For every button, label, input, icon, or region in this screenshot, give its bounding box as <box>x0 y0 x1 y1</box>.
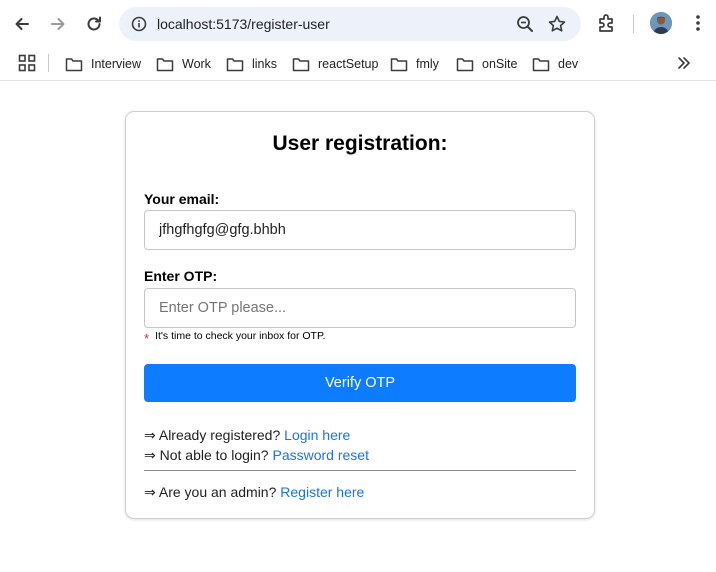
login-row: ⇒ Already registered? Login here <box>144 427 350 444</box>
otp-field[interactable] <box>144 288 576 328</box>
otp-hint: * It's time to check your inbox for OTP. <box>144 330 326 346</box>
folder-icon <box>156 57 174 71</box>
arrow-glyph: ⇒ <box>144 484 156 500</box>
site-info-icon[interactable] <box>129 14 149 34</box>
folder-icon <box>390 57 408 71</box>
login-prompt: Already registered? <box>158 427 281 443</box>
browser-toolbar: localhost:5173/register-user <box>0 0 716 48</box>
forward-button[interactable] <box>44 10 72 38</box>
bookmark-onsite[interactable]: onSite <box>456 51 517 77</box>
login-link[interactable]: Login here <box>284 427 350 443</box>
registration-card: User registration: Your email: Enter OTP… <box>125 111 595 519</box>
required-marker: * <box>144 331 150 346</box>
bookmarks-separator <box>48 54 49 72</box>
bookmarks-bar: Interview Work links reactSetup fmly onS… <box>0 48 716 81</box>
page-title: User registration: <box>272 132 448 155</box>
apps-grid-icon[interactable] <box>18 54 36 72</box>
profile-avatar[interactable] <box>650 12 672 34</box>
star-icon[interactable] <box>547 14 567 34</box>
bookmark-work[interactable]: Work <box>156 51 211 77</box>
reload-button[interactable] <box>80 10 108 38</box>
toolbar-separator <box>633 15 634 33</box>
admin-row: ⇒ Are you an admin? Register here <box>144 484 364 501</box>
email-field[interactable] <box>144 210 576 250</box>
bookmark-reactsetup[interactable]: reactSetup <box>292 51 378 77</box>
folder-icon <box>456 57 474 71</box>
folder-icon <box>226 57 244 71</box>
reset-prompt: Not able to login? <box>159 447 269 463</box>
bookmark-label: fmly <box>416 57 439 71</box>
bookmark-label: Interview <box>91 57 142 71</box>
url-text[interactable]: localhost:5173/register-user <box>157 7 330 41</box>
admin-prompt: Are you an admin? <box>158 484 277 500</box>
bookmark-label: dev <box>558 57 579 71</box>
bookmark-interview[interactable]: Interview <box>65 51 141 77</box>
folder-icon <box>292 57 310 71</box>
bookmark-dev[interactable]: dev <box>532 51 578 77</box>
admin-register-link[interactable]: Register here <box>280 484 364 500</box>
divider <box>144 470 576 471</box>
bookmark-label: Work <box>182 57 211 71</box>
zoom-icon[interactable] <box>515 14 535 34</box>
bookmark-links[interactable]: links <box>226 51 277 77</box>
otp-label: Enter OTP: <box>144 268 218 284</box>
reload-icon <box>85 15 103 33</box>
bookmark-label: links <box>252 57 278 71</box>
email-label: Your email: <box>144 191 220 207</box>
reset-row: ⇒ Not able to login? Password reset <box>144 447 369 464</box>
folder-icon <box>65 57 83 71</box>
password-reset-link[interactable]: Password reset <box>272 447 368 463</box>
back-button[interactable] <box>8 10 36 38</box>
address-bar[interactable]: localhost:5173/register-user <box>119 7 581 41</box>
verify-otp-button[interactable]: Verify OTP <box>144 364 576 402</box>
arrow-glyph: ⇒ <box>144 447 156 463</box>
folder-icon <box>532 57 550 71</box>
bookmark-fmly[interactable]: fmly <box>390 51 439 77</box>
arrow-right-icon <box>49 15 67 33</box>
kebab-menu-icon[interactable] <box>688 12 708 34</box>
chevron-double-right-icon[interactable] <box>674 53 694 73</box>
bookmark-label: onSite <box>482 57 518 71</box>
otp-hint-text: It's time to check your inbox for OTP. <box>155 330 326 342</box>
puzzle-icon[interactable] <box>596 12 618 34</box>
arrow-left-icon <box>13 15 31 33</box>
bookmark-label: reactSetup <box>318 57 379 71</box>
arrow-glyph: ⇒ <box>144 427 156 443</box>
